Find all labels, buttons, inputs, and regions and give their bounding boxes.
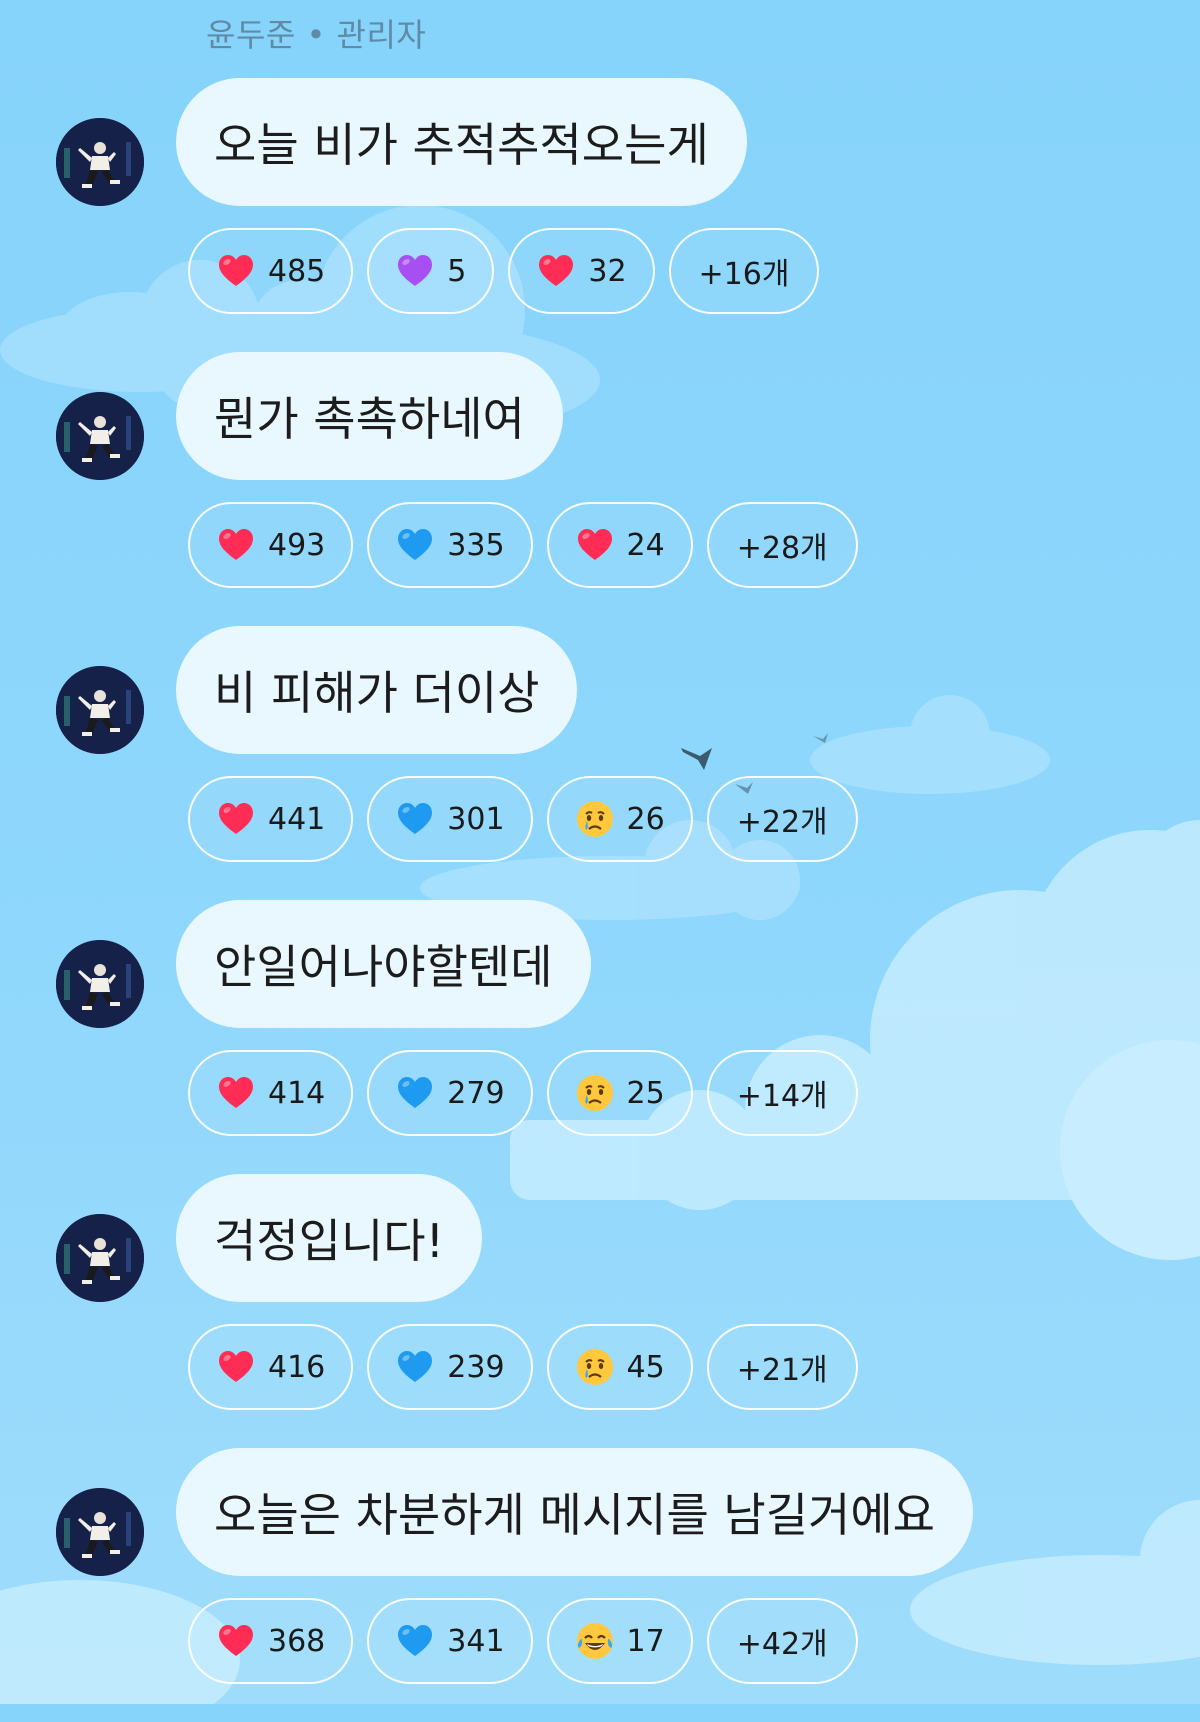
reaction-bar: 368 341 17 +42개 — [188, 1598, 858, 1684]
red-heart-icon — [216, 799, 256, 839]
reaction-count: 335 — [447, 527, 505, 563]
more-reactions-button[interactable]: +42개 — [706, 1598, 858, 1684]
crying-face-icon — [575, 1347, 615, 1387]
blue-heart-icon — [395, 799, 435, 839]
reaction-chip[interactable]: 493 — [188, 502, 354, 588]
message-row: 비 피해가 더이상 441 301 26 +22개 — [0, 626, 1200, 900]
blue-heart-icon — [395, 1347, 435, 1387]
reaction-count: 26 — [626, 801, 665, 837]
crying-face-icon — [575, 799, 615, 839]
red-heart-icon — [216, 1621, 256, 1661]
reaction-bar: 493 335 24 +28개 — [188, 502, 858, 588]
reaction-count: 239 — [447, 1349, 505, 1385]
reaction-bar: 414 279 25 +14개 — [188, 1050, 858, 1136]
reaction-count: 341 — [447, 1623, 505, 1659]
reaction-chip[interactable]: 341 — [367, 1598, 533, 1684]
reaction-count: 45 — [626, 1349, 665, 1385]
message-bubble[interactable]: 비 피해가 더이상 — [176, 626, 578, 754]
reaction-chip[interactable]: 279 — [367, 1050, 533, 1136]
reaction-count: 301 — [447, 801, 505, 837]
reaction-chip[interactable]: 45 — [546, 1324, 693, 1410]
red-heart-icon — [536, 251, 576, 291]
reaction-chip[interactable]: 26 — [546, 776, 693, 862]
red-heart-icon — [216, 1347, 256, 1387]
reaction-chip[interactable]: 368 — [188, 1598, 354, 1684]
reaction-chip[interactable]: 301 — [367, 776, 533, 862]
reaction-count: 25 — [626, 1075, 665, 1111]
blue-heart-icon — [395, 525, 435, 565]
red-heart-icon — [216, 1073, 256, 1113]
reaction-chip[interactable]: 416 — [188, 1324, 354, 1410]
avatar[interactable] — [56, 1488, 144, 1576]
reaction-chip[interactable]: 335 — [367, 502, 533, 588]
blue-heart-icon — [395, 1621, 435, 1661]
reaction-count: 414 — [268, 1075, 326, 1111]
reaction-count: 17 — [626, 1623, 665, 1659]
reaction-count: 279 — [447, 1075, 505, 1111]
avatar[interactable] — [56, 118, 144, 206]
reaction-count: 493 — [268, 527, 326, 563]
message-bubble[interactable]: 걱정입니다! — [176, 1174, 483, 1302]
reaction-chip[interactable]: 414 — [188, 1050, 354, 1136]
reaction-chip[interactable]: 25 — [546, 1050, 693, 1136]
red-heart-icon — [216, 251, 256, 291]
tears-of-joy-icon — [575, 1621, 615, 1661]
reaction-chip[interactable]: 32 — [508, 228, 655, 314]
avatar[interactable] — [56, 666, 144, 754]
blue-heart-icon — [395, 1073, 435, 1113]
message-row: 안일어나야할텐데 414 279 25 +14개 — [0, 900, 1200, 1174]
reaction-chip[interactable]: 5 — [367, 228, 495, 314]
reaction-count: 416 — [268, 1349, 326, 1385]
message-bubble[interactable]: 안일어나야할텐데 — [176, 900, 591, 1028]
reaction-count: 368 — [268, 1623, 326, 1659]
reaction-chip[interactable]: 24 — [546, 502, 693, 588]
purple-heart-icon — [395, 251, 435, 291]
message-bubble[interactable]: 오늘 비가 추적추적오는게 — [176, 78, 747, 206]
avatar[interactable] — [56, 392, 144, 480]
reaction-count: 441 — [268, 801, 326, 837]
avatar[interactable] — [56, 940, 144, 1028]
reaction-bar: 485 5 32 +16개 — [188, 228, 820, 314]
reaction-chip[interactable]: 17 — [546, 1598, 693, 1684]
message-row: 뭔가 촉촉하네여 493 335 24 +28개 — [0, 352, 1200, 626]
more-reactions-button[interactable]: +22개 — [706, 776, 858, 862]
more-reactions-button[interactable]: +21개 — [706, 1324, 858, 1410]
red-heart-icon — [575, 525, 615, 565]
more-reactions-button[interactable]: +28개 — [706, 502, 858, 588]
reaction-count: 32 — [588, 253, 627, 289]
reaction-count: 485 — [268, 253, 326, 289]
avatar[interactable] — [56, 1214, 144, 1302]
reaction-bar: 416 239 45 +21개 — [188, 1324, 858, 1410]
message-bubble[interactable]: 뭔가 촉촉하네여 — [176, 352, 563, 480]
sender-name: 윤두준 • 관리자 — [206, 16, 427, 54]
reaction-count: 5 — [447, 253, 467, 289]
message-row: 오늘은 차분하게 메시지를 남길거에요 368 341 17 +42개 — [0, 1448, 1200, 1722]
reaction-chip[interactable]: 441 — [188, 776, 354, 862]
message-row: 걱정입니다! 416 239 45 +21개 — [0, 1174, 1200, 1448]
reaction-chip[interactable]: 485 — [188, 228, 354, 314]
crying-face-icon — [575, 1073, 615, 1113]
message-row: 오늘 비가 추적추적오는게 485 5 32 +16개 — [0, 78, 1200, 352]
reaction-count: 24 — [626, 527, 665, 563]
more-reactions-button[interactable]: +16개 — [668, 228, 820, 314]
red-heart-icon — [216, 525, 256, 565]
more-reactions-button[interactable]: +14개 — [706, 1050, 858, 1136]
reaction-chip[interactable]: 239 — [367, 1324, 533, 1410]
reaction-bar: 441 301 26 +22개 — [188, 776, 858, 862]
message-bubble[interactable]: 오늘은 차분하게 메시지를 남길거에요 — [176, 1448, 973, 1576]
